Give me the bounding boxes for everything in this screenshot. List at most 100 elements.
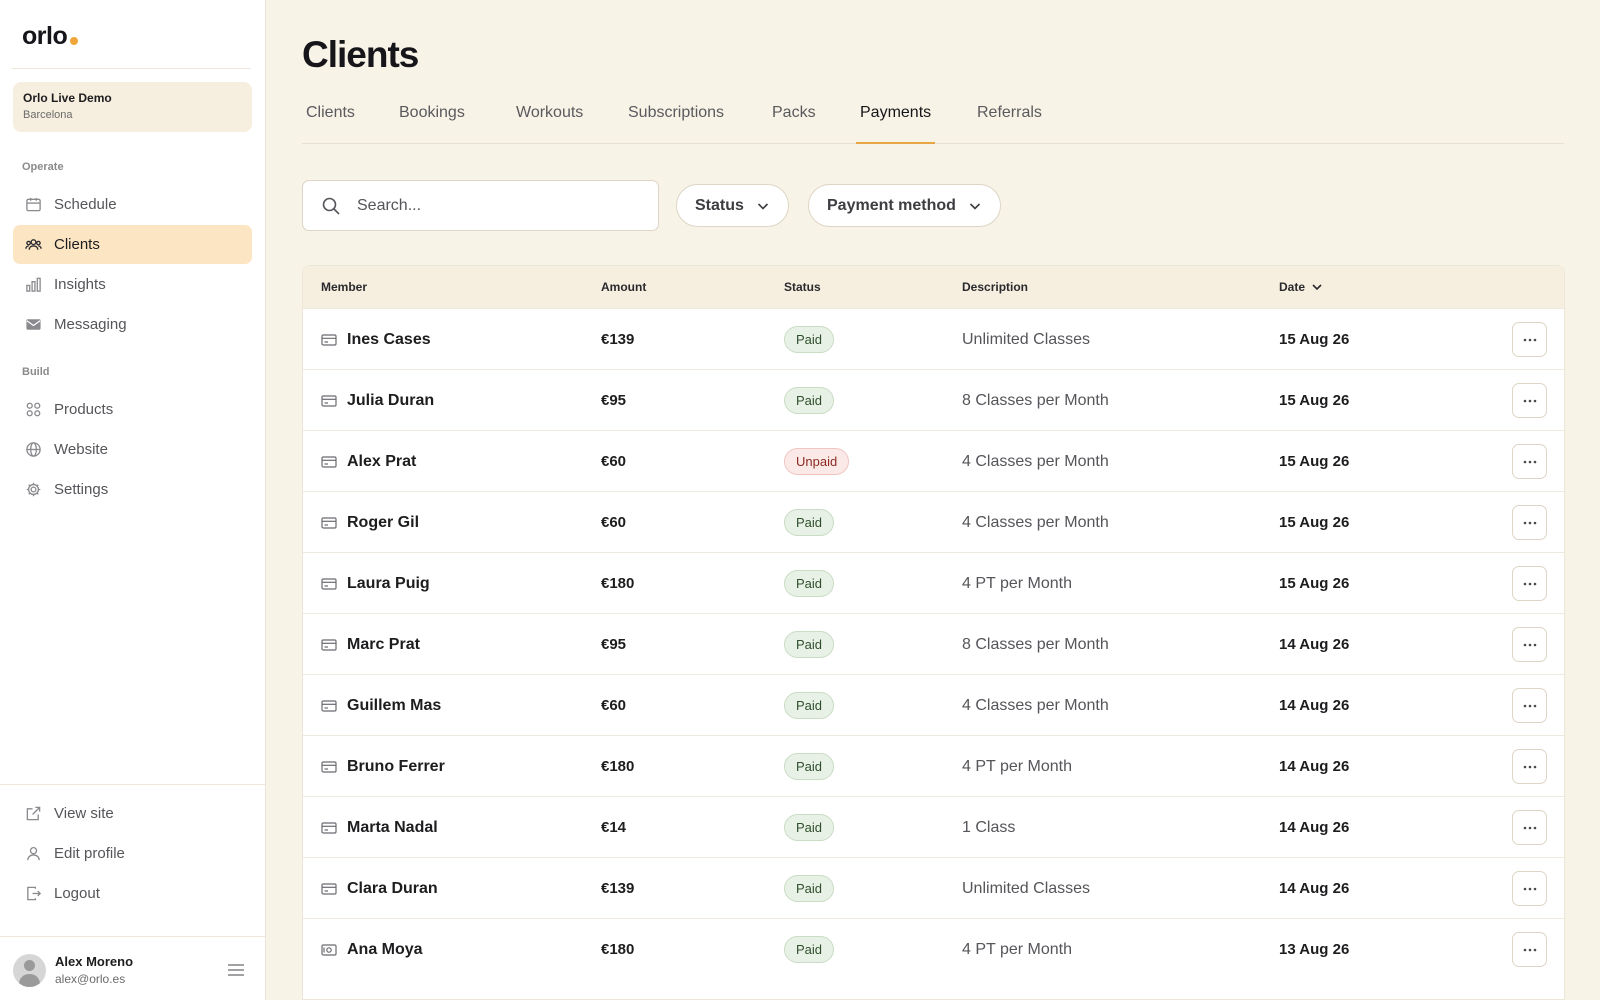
sidebar-item-website[interactable]: Website: [13, 430, 252, 469]
tab-referrals[interactable]: Referrals: [973, 104, 1046, 144]
amount-cell: €180: [601, 941, 635, 958]
external-link-icon: [26, 806, 41, 821]
member-cell[interactable]: Ana Moya: [321, 919, 423, 980]
member-name: Roger Gil: [347, 513, 420, 531]
page-title: Clients: [302, 34, 419, 75]
status-cell: Paid: [784, 797, 835, 858]
sidebar-item-insights[interactable]: Insights: [13, 265, 252, 304]
table-row[interactable]: Bruno Ferrer €180 Paid 4 PT per Month 14 Aug…: [303, 735, 1564, 796]
row-actions-button[interactable]: [1512, 688, 1547, 723]
status-cell: Paid: [784, 553, 835, 614]
sidebar-item-edit-profile[interactable]: Edit profile: [13, 834, 252, 873]
card-icon: [321, 821, 337, 834]
sidebar-item-clients[interactable]: Clients: [13, 225, 252, 264]
date-cell: 14 Aug 26: [1279, 758, 1350, 775]
table-header: Member Amount Status Description Date: [303, 266, 1564, 308]
org-name: Orlo Live Demo: [23, 91, 112, 105]
amount-cell: €139: [601, 331, 635, 348]
member-cell[interactable]: Ines Cases: [321, 309, 431, 370]
row-actions-button[interactable]: [1512, 749, 1547, 784]
user-icon: [27, 846, 40, 861]
member-cell[interactable]: Julia Duran: [321, 370, 434, 431]
gear-icon: [26, 482, 41, 497]
table-row[interactable]: Laura Puig €180 Paid 4 PT per Month 15 Aug 2…: [303, 552, 1564, 613]
table-row[interactable]: Clara Duran €139 Paid Unlimited Classes 14 A…: [303, 857, 1564, 918]
search-input[interactable]: [357, 196, 617, 215]
cash-icon: [321, 943, 337, 956]
sidebar-item-schedule[interactable]: Schedule: [13, 185, 252, 224]
table-row[interactable]: Julia Duran €95 Paid 8 Classes per Month 15 …: [303, 369, 1564, 430]
brand-logo[interactable]: orlo: [22, 22, 79, 51]
column-header-description[interactable]: Description: [962, 280, 1028, 294]
amount-cell: €60: [601, 453, 627, 470]
hamburger-menu-icon[interactable]: [226, 960, 246, 980]
description-cell: 8 Classes per Month: [962, 391, 1109, 409]
row-actions-button[interactable]: [1512, 444, 1547, 479]
payment-method-filter-dropdown[interactable]: Payment method: [808, 184, 1001, 227]
status-filter-dropdown[interactable]: Status: [676, 184, 789, 227]
member-cell[interactable]: Bruno Ferrer: [321, 736, 445, 797]
org-switcher[interactable]: Orlo Live Demo Barcelona: [13, 82, 252, 132]
table-row[interactable]: Alex Prat €60 Unpaid 4 Classes per Month 15 …: [303, 430, 1564, 491]
user-profile: Alex Moreno alex@orlo.es: [13, 952, 252, 988]
row-actions-button[interactable]: [1512, 505, 1547, 540]
member-cell[interactable]: Laura Puig: [321, 553, 430, 614]
tab-packs[interactable]: Packs: [768, 104, 820, 144]
table-row[interactable]: Roger Gil €60 Paid 4 Classes per Month 15 Au…: [303, 491, 1564, 552]
date-cell: 14 Aug 26: [1279, 819, 1350, 836]
member-cell[interactable]: Clara Duran: [321, 858, 438, 919]
row-actions-button[interactable]: [1512, 627, 1547, 662]
member-cell[interactable]: Marc Prat: [321, 614, 420, 675]
tab-clients[interactable]: Clients: [302, 104, 359, 144]
status-badge: Paid: [784, 509, 835, 536]
table-row[interactable]: Guillem Mas €60 Paid 4 Classes per Month 14 …: [303, 674, 1564, 735]
amount-cell: €60: [601, 697, 627, 714]
avatar[interactable]: [13, 953, 46, 987]
row-actions-button[interactable]: [1512, 322, 1547, 357]
divider: [12, 68, 251, 69]
more-horizontal-icon: [1523, 582, 1536, 585]
tab-workouts[interactable]: Workouts: [512, 104, 587, 144]
table-row[interactable]: Ana Moya €180 Paid 4 PT per Month 13 Aug 26: [303, 918, 1564, 979]
row-actions-button[interactable]: [1512, 383, 1547, 418]
card-icon: [321, 760, 337, 773]
sidebar-item-view-site[interactable]: View site: [13, 794, 252, 833]
column-header-amount[interactable]: Amount: [601, 280, 646, 294]
column-header-member[interactable]: Member: [321, 280, 367, 294]
sidebar-item-logout[interactable]: Logout: [13, 874, 252, 913]
status-badge: Paid: [784, 326, 835, 353]
description-cell: 4 PT per Month: [962, 940, 1072, 958]
row-actions-button[interactable]: [1512, 810, 1547, 845]
member-cell[interactable]: Roger Gil: [321, 492, 419, 553]
status-cell: Paid: [784, 614, 835, 675]
sidebar-item-settings[interactable]: Settings: [13, 470, 252, 509]
member-cell[interactable]: Guillem Mas: [321, 675, 441, 736]
description-cell: Unlimited Classes: [962, 330, 1091, 348]
table-row[interactable]: Marc Prat €95 Paid 8 Classes per Month 14 Au…: [303, 613, 1564, 674]
column-header-date[interactable]: Date: [1279, 280, 1323, 294]
sidebar-item-products[interactable]: Products: [13, 390, 252, 429]
card-icon: [321, 333, 337, 346]
member-name: Marta Nadal: [347, 818, 438, 836]
column-header-status[interactable]: Status: [784, 280, 821, 294]
member-cell[interactable]: Alex Prat: [321, 431, 416, 492]
sidebar-item-label: Clients: [54, 236, 100, 253]
sidebar-item-messaging[interactable]: Messaging: [13, 305, 252, 344]
date-cell: 15 Aug 26: [1279, 453, 1350, 470]
table-row[interactable]: Marta Nadal €14 Paid 1 Class 14 Aug 26: [303, 796, 1564, 857]
bar-chart-icon: [26, 277, 41, 292]
row-actions-button[interactable]: [1512, 871, 1547, 906]
member-name: Guillem Mas: [347, 696, 442, 714]
row-actions-button[interactable]: [1512, 566, 1547, 601]
row-actions-button[interactable]: [1512, 932, 1547, 967]
globe-icon: [26, 442, 41, 457]
more-horizontal-icon: [1523, 887, 1536, 890]
member-cell[interactable]: Marta Nadal: [321, 797, 438, 858]
table-row[interactable]: Ines Cases €139 Paid Unlimited Classes 15 Au…: [303, 308, 1564, 369]
tab-bookings[interactable]: Bookings: [395, 104, 469, 144]
member-name: Ana Moya: [347, 940, 423, 958]
user-info: Alex Moreno alex@orlo.es: [55, 954, 226, 986]
column-header-date-label: Date: [1279, 280, 1306, 294]
tab-subscriptions[interactable]: Subscriptions: [624, 104, 728, 144]
tab-payments[interactable]: Payments: [856, 104, 936, 144]
